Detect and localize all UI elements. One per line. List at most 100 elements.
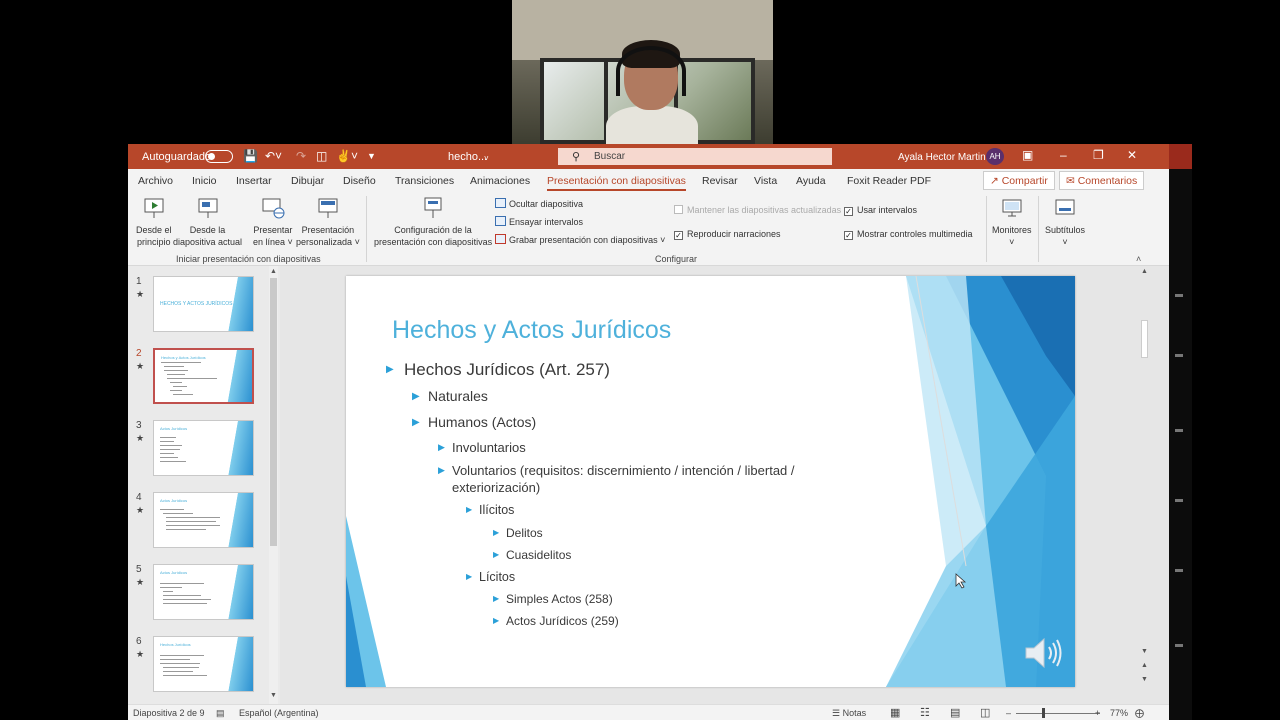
monitor-icon xyxy=(1002,199,1022,217)
presentacion-personalizada-button[interactable]: Presentación personalizada ˅ xyxy=(296,196,360,248)
tab-transiciones[interactable]: Transiciones xyxy=(395,175,454,187)
bullet-text: Cuasidelitos xyxy=(506,548,572,562)
ribbon-tabs: Archivo Inicio Insertar Dibujar Diseño T… xyxy=(128,169,1169,192)
tab-vista[interactable]: Vista xyxy=(754,175,777,187)
workspace: 1 ★ HECHOS Y ACTOS JURÍDICOS 2 ★ Hechos y … xyxy=(128,266,1169,704)
audio-speaker-icon[interactable] xyxy=(1024,636,1064,670)
usar-intervalos-label: Usar intervalos xyxy=(857,205,918,215)
slide-thumbnail[interactable]: 2 ★ Hechos y Actos Jurídicos xyxy=(128,346,268,408)
slide-thumbnail[interactable]: 4 ★ Actos Jurídicos xyxy=(128,490,268,552)
dropdown-icon: ˅ xyxy=(354,237,360,247)
minimize-icon[interactable]: – xyxy=(1060,148,1067,162)
ribbon-display-icon[interactable]: ▣ xyxy=(1022,148,1033,162)
slide-thumbnail[interactable]: 1 ★ HECHOS Y ACTOS JURÍDICOS xyxy=(128,274,268,336)
share-button[interactable]: ↗ Compartir xyxy=(983,171,1055,190)
save-icon[interactable]: 💾 xyxy=(243,149,258,163)
fit-to-window-icon[interactable]: ⨁ xyxy=(1135,708,1144,719)
slide-thumbnail[interactable]: 5 ★ Actos Jurídicos xyxy=(128,562,268,624)
tab-ayuda[interactable]: Ayuda xyxy=(796,175,826,187)
tab-diseno[interactable]: Diseño xyxy=(343,175,376,187)
bullet-text: Voluntarios (requisitos: discernimiento … xyxy=(452,463,795,478)
zoom-in-icon[interactable]: + xyxy=(1095,708,1100,718)
user-name[interactable]: Ayala Hector Martin xyxy=(898,152,986,163)
presentar-en-linea-button[interactable]: Presentar en línea ˅ xyxy=(253,196,293,248)
slide-title: Hechos y Actos Jurídicos xyxy=(392,316,672,344)
comments-label: Comentarios xyxy=(1077,175,1138,187)
close-icon[interactable]: ✕ xyxy=(1127,148,1137,162)
tab-foxit[interactable]: Foxit Reader PDF xyxy=(847,175,931,187)
status-bar: Diapositiva 2 de 9 ▤ Español (Argentina)… xyxy=(128,704,1169,720)
slide-canvas[interactable]: Hechos y Actos Jurídicos ▶ Hechos Jurídic… xyxy=(346,276,1075,687)
zoom-slider-handle[interactable] xyxy=(1042,708,1045,718)
touch-mode-icon[interactable]: ✌˅ xyxy=(336,149,358,163)
bullet-item-continuation: exteriorización) xyxy=(452,480,540,495)
group-label-configurar: Configurar xyxy=(655,254,698,264)
subtitulos-button[interactable]: Subtítulos ˅ xyxy=(1045,196,1085,248)
slide-number: 6 xyxy=(136,636,142,647)
slide-thumbnail[interactable]: 6 ★ Hechos Jurídicos xyxy=(128,634,268,696)
title-bar: Autoguardado 💾 ↶˅ ↷ ◫ ✌˅ ▼ hecho... ˅ ⚲ … xyxy=(128,144,1169,169)
accessibility-icon[interactable]: ▤ xyxy=(216,708,225,719)
zoom-level[interactable]: 77% xyxy=(1110,708,1128,718)
desde-principio-button[interactable]: Desde el principio xyxy=(136,196,172,248)
notes-label: Notas xyxy=(842,708,867,718)
tab-revisar[interactable]: Revisar xyxy=(702,175,738,187)
redo-icon[interactable]: ↷ xyxy=(296,149,306,163)
desde-actual-button[interactable]: Desde la diapositiva actual xyxy=(173,196,242,248)
slide-scrollbar[interactable]: ▲ ▼ ▲ ▼ xyxy=(1140,266,1149,704)
notes-button[interactable]: ☰ Notas xyxy=(832,708,866,719)
slide-number: 3 xyxy=(136,420,142,431)
monitores-button[interactable]: Monitores ˅ xyxy=(992,196,1032,248)
ribbon-separator xyxy=(1038,196,1039,262)
tab-presentacion[interactable]: Presentación con diapositivas xyxy=(547,175,686,191)
group-label-iniciar: Iniciar presentación con diapositivas xyxy=(176,254,321,264)
usar-intervalos-checkbox[interactable]: ✓ Usar intervalos xyxy=(844,204,917,216)
tab-inicio[interactable]: Inicio xyxy=(192,175,217,187)
webcam-video xyxy=(512,0,773,144)
desde-principio-line1: Desde el xyxy=(136,225,172,235)
mostrar-controles-label: Mostrar controles multimedia xyxy=(857,229,973,239)
ocultar-diapositiva-button[interactable]: Ocultar diapositiva xyxy=(495,198,583,210)
bullet-text: exteriorización) xyxy=(452,480,541,495)
mantener-actualizadas-checkbox[interactable]: Mantener las diapositivas actualizadas xyxy=(674,204,841,216)
autosave-toggle[interactable] xyxy=(205,150,233,163)
configuracion-button[interactable]: Configuración de la presentación con dia… xyxy=(374,196,492,248)
ensayar-intervalos-button[interactable]: Ensayar intervalos xyxy=(495,216,583,228)
tab-archivo[interactable]: Archivo xyxy=(138,175,173,187)
thumbnail-scrollbar[interactable]: ▲ ▼ xyxy=(269,266,278,704)
collapse-ribbon-icon[interactable]: ˄ xyxy=(1136,254,1141,264)
reproducir-narraciones-checkbox[interactable]: ✓ Reproducir narraciones xyxy=(674,228,781,240)
slide-thumbnail[interactable]: 3 ★ Actos Jurídicos xyxy=(128,418,268,480)
grabar-presentacion-button[interactable]: Grabar presentación con diapositivas ˅ xyxy=(495,234,665,246)
thumb-title: HECHOS Y ACTOS JURÍDICOS xyxy=(160,301,233,307)
tab-insertar[interactable]: Insertar xyxy=(236,175,272,187)
present-icon[interactable]: ◫ xyxy=(316,149,327,163)
document-name[interactable]: hecho... xyxy=(448,151,487,163)
tab-animaciones[interactable]: Animaciones xyxy=(470,175,530,187)
slide-number: 4 xyxy=(136,492,142,503)
mostrar-controles-checkbox[interactable]: ✓ Mostrar controles multimedia xyxy=(844,228,973,240)
zoom-slider[interactable] xyxy=(1016,713,1100,714)
slideshow-view-icon[interactable]: ◫ xyxy=(980,706,990,719)
thumb-title: Hechos Jurídicos xyxy=(160,642,191,647)
bullet-text: Lícitos xyxy=(479,570,516,584)
undo-icon[interactable]: ↶˅ xyxy=(265,149,282,163)
dropdown-icon: ˅ xyxy=(660,235,666,245)
chevron-down-icon[interactable]: ˅ xyxy=(484,152,489,166)
comments-button[interactable]: ✉ Comentarios xyxy=(1059,171,1145,190)
tab-dibujar[interactable]: Dibujar xyxy=(291,175,324,187)
avatar[interactable]: AH xyxy=(986,148,1004,165)
rehearse-icon xyxy=(495,216,506,226)
thumb-title: Hechos y Actos Jurídicos xyxy=(161,355,206,360)
reading-view-icon[interactable]: ▤ xyxy=(950,706,960,719)
language-indicator[interactable]: Español (Argentina) xyxy=(239,708,319,718)
zoom-out-icon[interactable]: – xyxy=(1006,708,1011,718)
search-input[interactable]: ⚲ Buscar xyxy=(558,148,832,165)
restore-icon[interactable]: ❐ xyxy=(1093,148,1104,162)
normal-view-icon[interactable]: ▦ xyxy=(890,706,900,719)
slideshow-current-icon xyxy=(198,198,218,218)
subtitles-icon xyxy=(1055,199,1075,215)
customize-toolbar-icon[interactable]: ▼ xyxy=(367,149,376,163)
bullet-item: ▶ Humanos (Actos) xyxy=(412,414,537,430)
slide-sorter-icon[interactable]: ☷ xyxy=(920,706,930,719)
